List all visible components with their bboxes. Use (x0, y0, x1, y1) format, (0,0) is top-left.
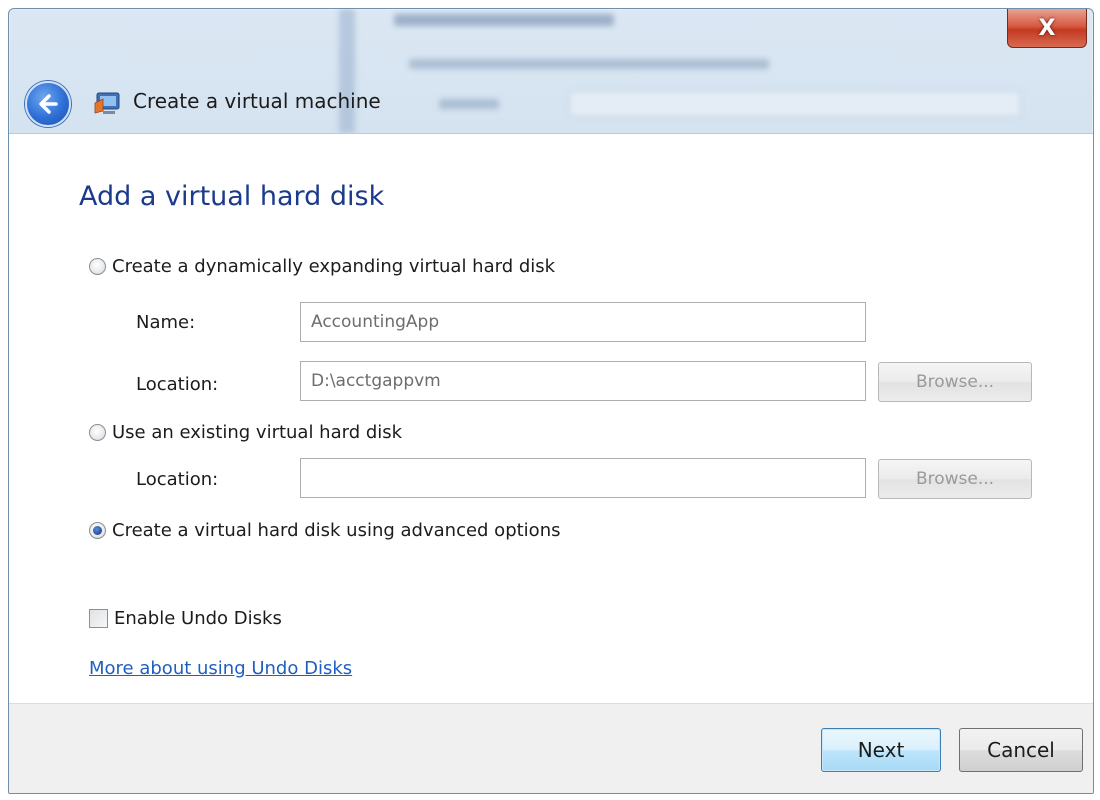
radio-dynamic[interactable] (89, 258, 106, 275)
undo-disks-label: Enable Undo Disks (114, 608, 282, 629)
location-field-existing[interactable] (300, 458, 866, 498)
undo-disks-option[interactable]: Enable Undo Disks (89, 608, 282, 629)
radio-advanced[interactable] (89, 522, 106, 539)
undo-disks-help-link[interactable]: More about using Undo Disks (89, 658, 352, 679)
back-arrow-icon (39, 94, 58, 114)
close-button[interactable]: X (1007, 9, 1087, 48)
radio-option-dynamic[interactable]: Create a dynamically expanding virtual h… (89, 256, 555, 277)
close-icon: X (1038, 15, 1056, 41)
next-button[interactable]: Next (821, 728, 941, 772)
radio-option-advanced[interactable]: Create a virtual hard disk using advance… (89, 520, 560, 541)
name-field[interactable]: AccountingApp (300, 302, 866, 342)
radio-existing-label: Use an existing virtual hard disk (112, 422, 403, 443)
browse-button-dynamic[interactable]: Browse... (878, 362, 1032, 402)
cancel-button[interactable]: Cancel (959, 728, 1083, 772)
name-label: Name: (136, 312, 196, 333)
wizard-window: X Create a virtual machine Add a virtual… (8, 8, 1094, 794)
radio-option-existing[interactable]: Use an existing virtual hard disk (89, 422, 402, 443)
location-field-dynamic[interactable]: D:\acctgappvm (300, 361, 866, 401)
location-label-dynamic: Location: (136, 374, 219, 395)
radio-advanced-label: Create a virtual hard disk using advance… (112, 520, 561, 541)
wizard-footer: Next Cancel (9, 703, 1093, 793)
back-button[interactable] (25, 81, 71, 127)
location-label-existing: Location: (136, 469, 219, 490)
radio-existing[interactable] (89, 424, 106, 441)
browse-button-existing[interactable]: Browse... (878, 459, 1032, 499)
background-window-blur (339, 9, 1059, 133)
window-title: Create a virtual machine (133, 89, 381, 113)
page-heading: Add a virtual hard disk (79, 181, 385, 212)
undo-disks-checkbox[interactable] (89, 609, 108, 628)
radio-dynamic-label: Create a dynamically expanding virtual h… (112, 256, 556, 277)
virtual-pc-icon (94, 92, 120, 114)
wizard-content: Add a virtual hard disk Create a dynamic… (9, 133, 1093, 704)
